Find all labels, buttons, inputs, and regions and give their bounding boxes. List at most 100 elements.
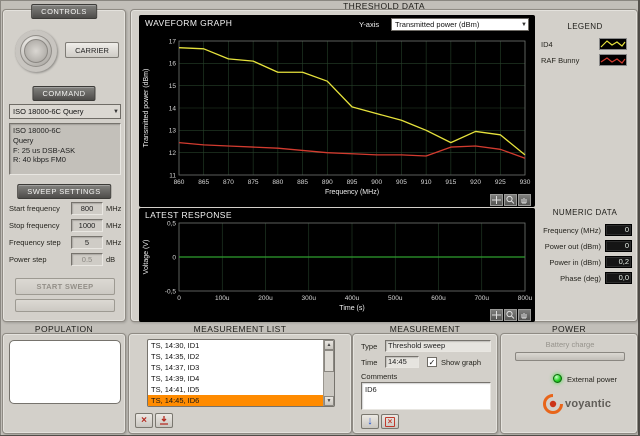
power-step-input[interactable]: 0.5 <box>71 253 103 266</box>
svg-text:Voltage (V): Voltage (V) <box>143 240 150 275</box>
svg-text:860: 860 <box>174 179 185 186</box>
scrollbar-thumb[interactable] <box>324 350 334 372</box>
power-led-icon <box>553 374 562 383</box>
power-out-readout-label: Power out (dBm) <box>529 242 601 251</box>
battery-charge-label: Battery charge <box>501 340 639 349</box>
start-frequency-label: Start frequency <box>9 204 60 213</box>
command-select[interactable]: ISO 18000-6C Query ▼ <box>9 104 121 119</box>
svg-text:12: 12 <box>169 150 177 157</box>
magnifier-icon <box>505 195 516 205</box>
svg-text:700u: 700u <box>475 295 490 302</box>
legend-title: LEGEND <box>535 22 635 31</box>
type-field[interactable]: Threshold sweep <box>385 340 491 352</box>
svg-text:925: 925 <box>495 179 506 186</box>
svg-text:0: 0 <box>172 254 176 261</box>
chevron-down-icon: ▼ <box>113 106 119 119</box>
check-icon: ✓ <box>429 358 436 367</box>
controls-header: CONTROLS <box>31 4 97 19</box>
frequency-step-input[interactable]: 5 <box>71 236 103 249</box>
voyantic-logo-icon <box>543 394 563 414</box>
frequency-step-label: Frequency step <box>9 238 61 247</box>
svg-text:880: 880 <box>272 179 283 186</box>
svg-text:17: 17 <box>169 38 177 45</box>
crosshair-tool-button[interactable] <box>490 309 503 321</box>
knob-center <box>24 39 48 63</box>
svg-text:870: 870 <box>223 179 234 186</box>
delete-measurement-button[interactable]: × <box>381 414 399 429</box>
command-select-value: ISO 18000-6C Query <box>13 107 83 116</box>
population-list[interactable] <box>9 340 121 404</box>
svg-text:905: 905 <box>396 179 407 186</box>
svg-text:915: 915 <box>445 179 456 186</box>
svg-text:Frequency (MHz): Frequency (MHz) <box>325 189 379 196</box>
start-sweep-button[interactable]: START SWEEP <box>15 278 115 295</box>
zoom-tool-button[interactable] <box>504 194 517 206</box>
svg-text:13: 13 <box>169 128 177 135</box>
measurement-list-panel: TS, 14:30, ID1 TS, 14:35, ID2 TS, 14:37,… <box>128 333 352 434</box>
list-item[interactable]: TS, 14:45, ID6 <box>148 395 323 406</box>
list-item[interactable]: TS, 14:35, ID2 <box>148 351 323 362</box>
list-item[interactable]: TS, 14:39, ID4 <box>148 373 323 384</box>
svg-text:875: 875 <box>248 179 259 186</box>
delete-list-button[interactable]: × <box>135 413 153 428</box>
waveform-graph: WAVEFORM GRAPH Y-axis Transmitted power … <box>139 15 535 207</box>
legend-swatch[interactable] <box>599 53 627 71</box>
svg-text:Time (s): Time (s) <box>339 305 364 312</box>
recall-measurement-button[interactable]: ↓ <box>361 414 379 429</box>
comments-label: Comments <box>361 372 397 381</box>
show-graph-checkbox[interactable]: ✓ <box>427 357 437 367</box>
svg-text:865: 865 <box>198 179 209 186</box>
measurement-list[interactable]: TS, 14:30, ID1 TS, 14:35, ID2 TS, 14:37,… <box>147 339 335 407</box>
measurement-panel: Type Threshold sweep Time 14:45 ✓ Show g… <box>352 333 498 434</box>
crosshair-tool-button[interactable] <box>490 194 503 206</box>
start-frequency-input[interactable]: 800 <box>71 202 103 215</box>
battery-gauge <box>515 352 625 361</box>
svg-text:885: 885 <box>297 179 308 186</box>
list-item[interactable]: TS, 14:30, ID1 <box>148 340 323 351</box>
svg-text:500u: 500u <box>388 295 403 302</box>
power-out-readout: 0 <box>605 240 632 252</box>
svg-text:800u: 800u <box>518 295 533 302</box>
carrier-knob[interactable] <box>15 30 57 72</box>
sweep-settings-header: SWEEP SETTINGS <box>17 184 111 199</box>
frequency-readout: 0 <box>605 224 632 236</box>
list-item[interactable]: TS, 14:37, ID3 <box>148 362 323 373</box>
abort-sweep-button[interactable] <box>15 299 115 312</box>
graph-tool-palette <box>490 309 531 321</box>
power-panel: Battery charge External power voyantic <box>500 333 638 434</box>
frequency-step-unit: MHz <box>106 238 121 247</box>
scroll-up-icon[interactable]: ▲ <box>324 340 334 350</box>
carrier-button[interactable]: CARRIER <box>65 42 119 58</box>
stop-frequency-input[interactable]: 1000 <box>71 219 103 232</box>
svg-text:100u: 100u <box>215 295 230 302</box>
comments-field[interactable]: ID6 <box>361 382 491 410</box>
delete-icon: × <box>141 415 147 426</box>
magnifier-icon <box>505 310 516 320</box>
pan-tool-button[interactable] <box>518 309 531 321</box>
threshold-data-panel: WAVEFORM GRAPH Y-axis Transmitted power … <box>130 9 638 322</box>
svg-text:895: 895 <box>347 179 358 186</box>
latest-response-graph: LATEST RESPONSE 0100u200u300u400u500u600… <box>139 208 535 322</box>
zoom-tool-button[interactable] <box>504 309 517 321</box>
hand-icon <box>519 310 530 320</box>
start-frequency-unit: MHz <box>106 204 121 213</box>
time-field[interactable]: 14:45 <box>385 356 419 368</box>
scroll-down-icon[interactable]: ▼ <box>324 396 334 406</box>
export-list-button[interactable] <box>155 413 173 428</box>
svg-text:400u: 400u <box>345 295 360 302</box>
list-item[interactable]: TS, 14:41, ID5 <box>148 384 323 395</box>
type-label: Type <box>361 342 377 351</box>
power-step-unit: dB <box>106 255 115 264</box>
scrollbar[interactable]: ▲ ▼ <box>323 340 334 406</box>
svg-text:11: 11 <box>169 172 176 179</box>
crosshair-icon <box>491 195 502 205</box>
power-in-readout: 0,2 <box>605 256 632 268</box>
controls-panel: CONTROLS CARRIER COMMAND ISO 18000-6C Qu… <box>2 9 126 322</box>
recall-arrow-icon: ↓ <box>367 416 373 427</box>
show-graph-label: Show graph <box>441 358 481 367</box>
pan-tool-button[interactable] <box>518 194 531 206</box>
export-icon <box>158 415 170 426</box>
delete-icon: × <box>385 417 395 427</box>
graph-tool-palette <box>490 194 531 206</box>
time-label: Time <box>361 358 377 367</box>
